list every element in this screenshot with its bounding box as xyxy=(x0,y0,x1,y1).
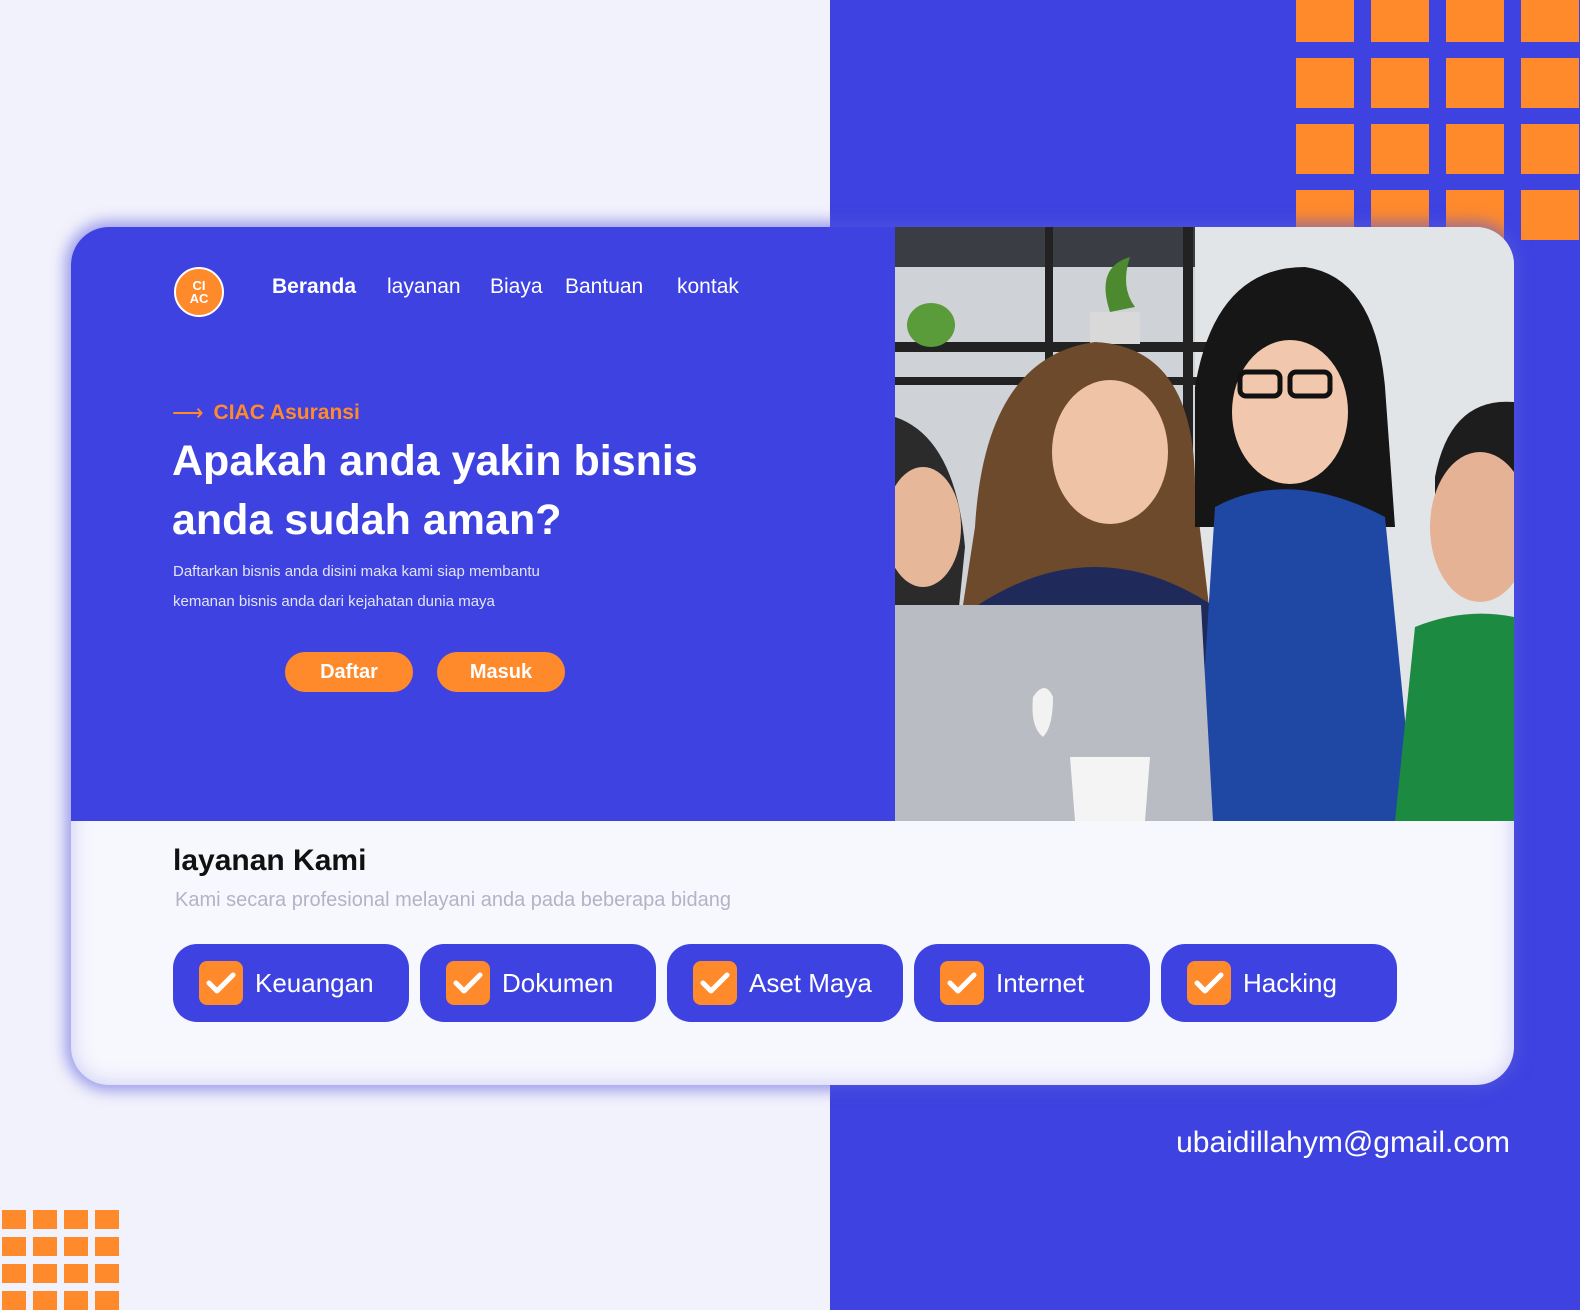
checkbox-checked-icon xyxy=(199,961,243,1005)
decorative-squares-top-right xyxy=(1296,0,1580,252)
logo-text-bottom: AC xyxy=(189,291,209,306)
nav-item-layanan[interactable]: layanan xyxy=(387,275,461,299)
team-photo xyxy=(895,227,1514,821)
landing-card: CI AC Beranda layanan Biaya Bantuan kont… xyxy=(71,227,1514,1085)
register-button[interactable]: Daftar xyxy=(285,652,413,692)
arrow-right-icon: ⟶ xyxy=(172,400,204,425)
login-button[interactable]: Masuk xyxy=(437,652,565,692)
brand-logo[interactable]: CI AC xyxy=(174,267,224,317)
services-title: layanan Kami xyxy=(173,844,367,877)
contact-email[interactable]: ubaidillahym@gmail.com xyxy=(1176,1126,1510,1160)
nav-item-kontak[interactable]: kontak xyxy=(677,275,739,299)
service-chip-keuangan[interactable]: Keuangan xyxy=(173,944,409,1022)
service-label: Dokumen xyxy=(502,967,614,998)
service-chip-internet[interactable]: Internet xyxy=(914,944,1150,1022)
service-label: Hacking xyxy=(1243,967,1337,998)
service-chip-aset-maya[interactable]: Aset Maya xyxy=(667,944,903,1022)
nav-item-beranda[interactable]: Beranda xyxy=(272,275,356,299)
checkbox-checked-icon xyxy=(1187,961,1231,1005)
nav-item-biaya[interactable]: Biaya xyxy=(490,275,543,299)
hero-tagline: ⟶ CIAC Asuransi xyxy=(172,400,360,426)
service-label: Keuangan xyxy=(255,967,374,998)
checkbox-checked-icon xyxy=(446,961,490,1005)
tagline-text: CIAC Asuransi xyxy=(213,401,360,424)
hero-subtext: Daftarkan bisnis anda disini maka kami s… xyxy=(173,563,540,610)
service-chip-dokumen[interactable]: Dokumen xyxy=(420,944,656,1022)
checkbox-checked-icon xyxy=(693,961,737,1005)
hero-headline: Apakah anda yakin bisnis anda sudah aman… xyxy=(172,437,698,544)
services-subtitle: Kami secara profesional melayani anda pa… xyxy=(175,889,731,911)
service-label: Aset Maya xyxy=(749,967,872,998)
hero-section: CI AC Beranda layanan Biaya Bantuan kont… xyxy=(71,227,1514,821)
decorative-squares-bottom-left xyxy=(2,1210,122,1310)
nav-item-bantuan[interactable]: Bantuan xyxy=(565,275,643,299)
service-chip-hacking[interactable]: Hacking xyxy=(1161,944,1397,1022)
service-label: Internet xyxy=(996,967,1085,998)
checkbox-checked-icon xyxy=(940,961,984,1005)
